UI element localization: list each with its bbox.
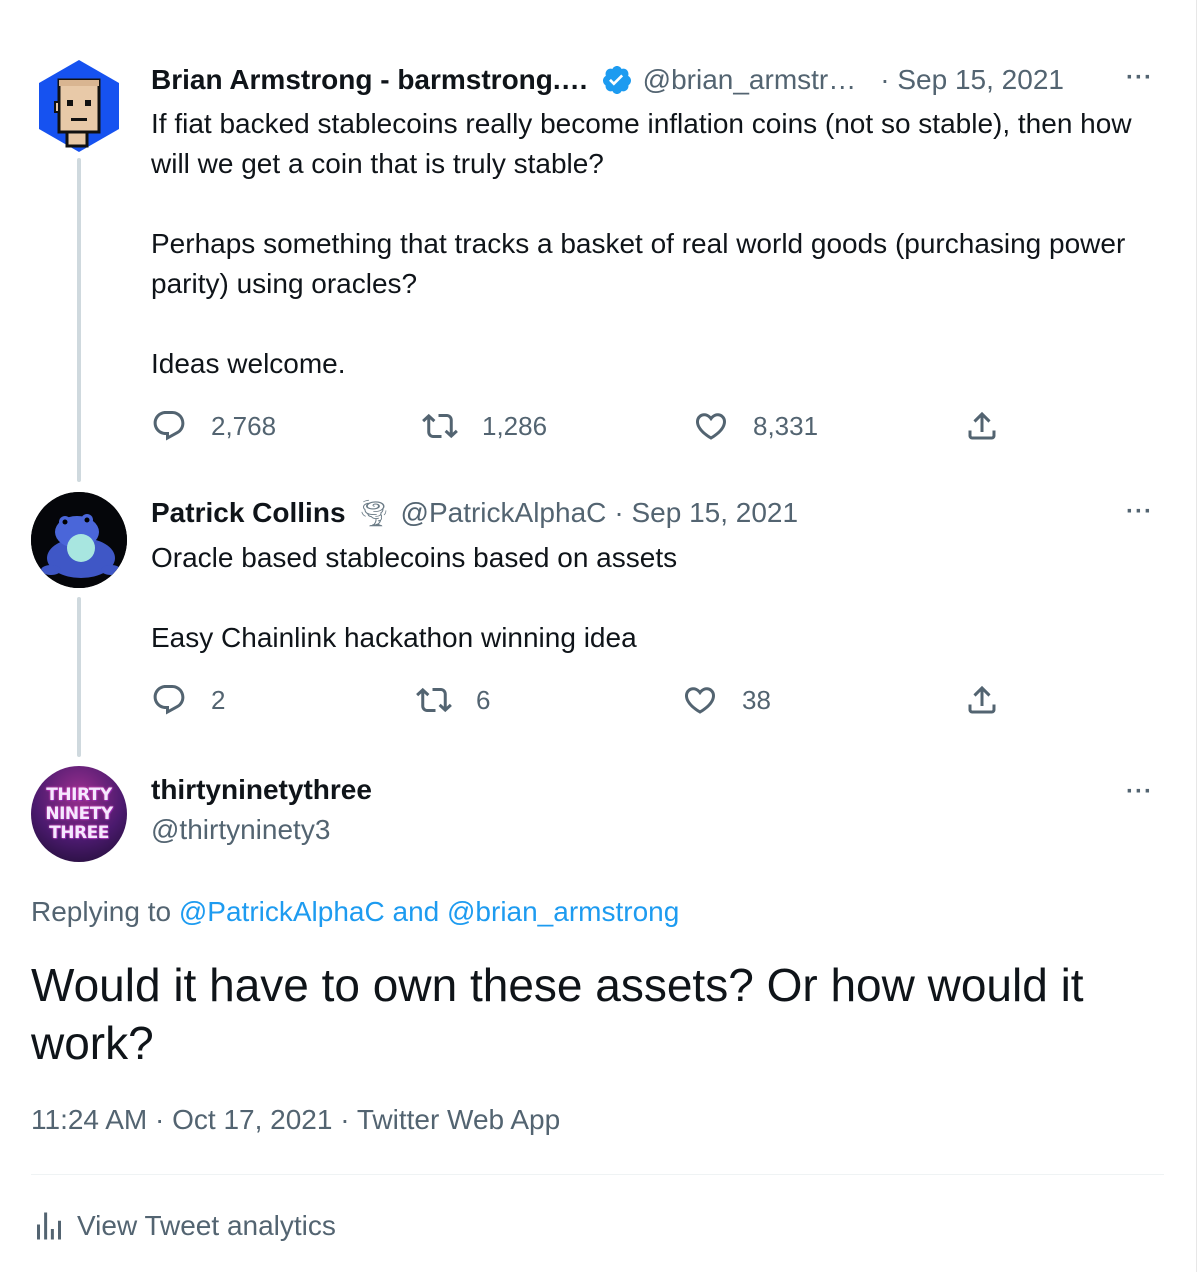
reply-count: 2,768 [211,410,277,441]
replying-user-link[interactable]: @brian_armstrong [447,896,679,927]
avatar[interactable] [31,492,127,588]
like-icon [695,413,727,440]
analytics-icon [37,1212,61,1240]
reply-icon [153,685,185,715]
retweet-count: 6 [476,684,491,715]
author-handle[interactable]: @thirtyninety3 [151,814,330,846]
tornado-emoji: 🌪 [357,497,391,528]
avatar-image [39,60,119,152]
thread-line [77,597,81,757]
reply-button[interactable]: 2,768 [151,408,276,444]
reply-icon [153,411,185,441]
tweet-paragraph: Easy Chainlink hackathon winning idea [151,622,637,653]
reply-count: 2 [211,684,226,715]
share-button[interactable] [964,682,1024,718]
share-icon [968,685,996,714]
analytics-label: View Tweet analytics [77,1210,336,1241]
reply-button[interactable]: 2 [151,682,225,718]
tweet-timestamp[interactable]: 11:24 AM · Oct 17, 2021 · Twitter Web Ap… [31,1104,560,1136]
retweet-icon [422,413,458,439]
tweet-paragraph: Oracle based stablecoins based on assets [151,542,678,573]
avatar[interactable]: THIRTY NINETY THREE [31,766,127,862]
author-handle[interactable]: @PatrickAlphaC [401,497,607,529]
replying-and: and [392,896,440,927]
author-name[interactable]: Brian Armstrong - barmstrong.… [151,64,589,96]
author-name[interactable]: thirtyninetythree [151,774,372,806]
replying-to: Replying to @PatrickAlphaC and @brian_ar… [31,896,679,928]
tweet-date[interactable]: · Sep 15, 2021 [614,497,798,529]
replying-user-link[interactable]: @PatrickAlphaC [179,896,385,927]
more-options-button[interactable]: ··· [1126,498,1153,526]
verified-badge-icon [601,64,633,96]
like-count: 8,331 [753,410,819,441]
tweet-text: Oracle based stablecoins based on assets… [151,538,1161,658]
tweet-paragraph: If fiat backed stablecoins really become… [151,108,1132,179]
view-analytics-link[interactable]: View Tweet analytics [31,1208,336,1244]
avatar[interactable] [31,58,127,154]
tweet-header: Brian Armstrong - barmstrong.… @brian_ar… [151,60,1064,100]
thread-line [77,158,81,482]
tweet-paragraph: Ideas welcome. [151,348,346,379]
share-icon [968,411,996,440]
like-button[interactable]: 8,331 [693,408,818,444]
share-button[interactable] [964,408,1024,444]
avatar-image [31,492,127,588]
tweet-date[interactable]: · Sep 15, 2021 [880,64,1064,96]
author-name[interactable]: Patrick Collins [151,497,346,529]
like-count: 38 [742,684,771,715]
tweet-paragraph: Perhaps something that tracks a basket o… [151,228,1126,299]
more-options-button[interactable]: ··· [1126,64,1153,92]
tweet-header: Patrick Collins 🌪 @PatrickAlphaC · Sep 1… [151,493,798,533]
retweet-count: 1,286 [482,410,548,441]
main-tweet-text: Would it have to own these assets? Or ho… [31,959,1084,1069]
tweet-text: If fiat backed stablecoins really become… [151,104,1161,384]
retweet-button[interactable]: 1,286 [422,408,547,444]
page-right-border [1196,0,1197,1272]
divider [31,1174,1164,1175]
avatar-logo-text: THIRTY NINETY THREE [45,785,113,843]
retweet-button[interactable]: 6 [416,682,490,718]
like-icon [684,687,716,714]
like-button[interactable]: 38 [682,682,771,718]
replying-prefix: Replying to [31,896,172,927]
retweet-icon [416,687,452,713]
author-handle[interactable]: @brian_armstr… [643,64,857,96]
more-options-button[interactable]: ··· [1126,778,1153,806]
